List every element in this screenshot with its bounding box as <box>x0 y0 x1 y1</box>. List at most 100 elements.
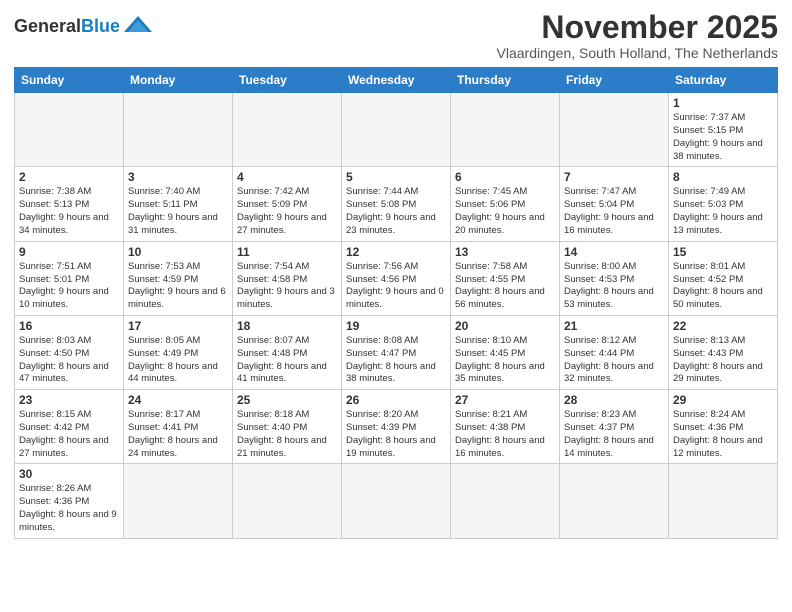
day-info: Sunrise: 8:03 AM Sunset: 4:50 PM Dayligh… <box>19 335 119 386</box>
day-number: 15 <box>673 245 773 259</box>
calendar-cell: 8Sunrise: 7:49 AM Sunset: 5:03 PM Daylig… <box>669 167 778 241</box>
calendar-cell: 20 Sunrise: 8:10 AM Sunset: 4:45 PM Dayli… <box>451 315 560 389</box>
col-wednesday: Wednesday <box>342 68 451 93</box>
day-number: 5 <box>346 170 446 184</box>
calendar-cell: 17 Sunrise: 8:05 AM Sunset: 4:49 PM Dayli… <box>124 315 233 389</box>
calendar-body: 1Sunrise: 7:37 AM Sunset: 5:15 PM Daylig… <box>15 93 778 539</box>
calendar-cell <box>560 93 669 167</box>
day-number: 12 <box>346 245 446 259</box>
day-number: 17 <box>128 319 228 333</box>
day-info: Sunrise: 8:24 AM Sunset: 4:36 PM Dayligh… <box>673 409 773 460</box>
calendar-week-3: 16 Sunrise: 8:03 AM Sunset: 4:50 PM Dayli… <box>15 315 778 389</box>
day-info: Sunrise: 7:42 AM Sunset: 5:09 PM Dayligh… <box>237 186 337 237</box>
calendar-cell <box>342 464 451 538</box>
day-info: Sunrise: 7:37 AM Sunset: 5:15 PM Dayligh… <box>673 112 773 163</box>
calendar-cell: 4 Sunrise: 7:42 AM Sunset: 5:09 PM Daylig… <box>233 167 342 241</box>
day-number: 2 <box>19 170 119 184</box>
day-info: Sunrise: 7:44 AM Sunset: 5:08 PM Dayligh… <box>346 186 446 237</box>
calendar-cell: 21Sunrise: 8:12 AM Sunset: 4:44 PM Dayli… <box>560 315 669 389</box>
title-area: November 2025 Vlaardingen, South Holland… <box>497 10 778 61</box>
calendar-cell: 25Sunrise: 8:18 AM Sunset: 4:40 PM Dayli… <box>233 390 342 464</box>
calendar-cell: 29 Sunrise: 8:24 AM Sunset: 4:36 PM Dayli… <box>669 390 778 464</box>
logo-icon <box>122 14 154 38</box>
day-number: 7 <box>564 170 664 184</box>
calendar-cell: 6 Sunrise: 7:45 AM Sunset: 5:06 PM Daylig… <box>451 167 560 241</box>
day-number: 4 <box>237 170 337 184</box>
calendar-cell <box>124 464 233 538</box>
calendar-week-4: 23Sunrise: 8:15 AM Sunset: 4:42 PM Dayli… <box>15 390 778 464</box>
calendar-cell: 30Sunrise: 8:26 AM Sunset: 4:36 PM Dayli… <box>15 464 124 538</box>
calendar-cell <box>233 464 342 538</box>
day-info: Sunrise: 8:10 AM Sunset: 4:45 PM Dayligh… <box>455 335 555 386</box>
calendar: Sunday Monday Tuesday Wednesday Thursday… <box>14 67 778 539</box>
day-number: 23 <box>19 393 119 407</box>
day-info: Sunrise: 8:00 AM Sunset: 4:53 PM Dayligh… <box>564 261 664 312</box>
day-number: 11 <box>237 245 337 259</box>
calendar-cell: 7 Sunrise: 7:47 AM Sunset: 5:04 PM Daylig… <box>560 167 669 241</box>
calendar-week-2: 9Sunrise: 7:51 AM Sunset: 5:01 PM Daylig… <box>15 241 778 315</box>
day-number: 20 <box>455 319 555 333</box>
calendar-cell: 28Sunrise: 8:23 AM Sunset: 4:37 PM Dayli… <box>560 390 669 464</box>
day-info: Sunrise: 7:40 AM Sunset: 5:11 PM Dayligh… <box>128 186 228 237</box>
calendar-cell: 18Sunrise: 8:07 AM Sunset: 4:48 PM Dayli… <box>233 315 342 389</box>
day-info: Sunrise: 7:51 AM Sunset: 5:01 PM Dayligh… <box>19 261 119 312</box>
calendar-cell <box>233 93 342 167</box>
calendar-cell <box>560 464 669 538</box>
calendar-cell: 11 Sunrise: 7:54 AM Sunset: 4:58 PM Dayli… <box>233 241 342 315</box>
calendar-cell <box>451 464 560 538</box>
calendar-cell: 12Sunrise: 7:56 AM Sunset: 4:56 PM Dayli… <box>342 241 451 315</box>
day-info: Sunrise: 7:45 AM Sunset: 5:06 PM Dayligh… <box>455 186 555 237</box>
day-number: 29 <box>673 393 773 407</box>
col-monday: Monday <box>124 68 233 93</box>
day-info: Sunrise: 8:17 AM Sunset: 4:41 PM Dayligh… <box>128 409 228 460</box>
calendar-week-0: 1Sunrise: 7:37 AM Sunset: 5:15 PM Daylig… <box>15 93 778 167</box>
day-info: Sunrise: 8:07 AM Sunset: 4:48 PM Dayligh… <box>237 335 337 386</box>
day-info: Sunrise: 8:21 AM Sunset: 4:38 PM Dayligh… <box>455 409 555 460</box>
month-title: November 2025 <box>497 10 778 45</box>
day-number: 27 <box>455 393 555 407</box>
day-number: 13 <box>455 245 555 259</box>
day-info: Sunrise: 8:05 AM Sunset: 4:49 PM Dayligh… <box>128 335 228 386</box>
day-info: Sunrise: 8:18 AM Sunset: 4:40 PM Dayligh… <box>237 409 337 460</box>
calendar-week-5: 30Sunrise: 8:26 AM Sunset: 4:36 PM Dayli… <box>15 464 778 538</box>
calendar-cell <box>124 93 233 167</box>
day-number: 3 <box>128 170 228 184</box>
calendar-cell: 19Sunrise: 8:08 AM Sunset: 4:47 PM Dayli… <box>342 315 451 389</box>
calendar-cell: 1Sunrise: 7:37 AM Sunset: 5:15 PM Daylig… <box>669 93 778 167</box>
day-number: 22 <box>673 319 773 333</box>
calendar-cell: 10Sunrise: 7:53 AM Sunset: 4:59 PM Dayli… <box>124 241 233 315</box>
logo-general-text: General <box>14 16 81 37</box>
calendar-cell: 22Sunrise: 8:13 AM Sunset: 4:43 PM Dayli… <box>669 315 778 389</box>
day-number: 24 <box>128 393 228 407</box>
calendar-cell: 2Sunrise: 7:38 AM Sunset: 5:13 PM Daylig… <box>15 167 124 241</box>
calendar-cell: 23Sunrise: 8:15 AM Sunset: 4:42 PM Dayli… <box>15 390 124 464</box>
calendar-header: Sunday Monday Tuesday Wednesday Thursday… <box>15 68 778 93</box>
day-number: 28 <box>564 393 664 407</box>
header-row: Sunday Monday Tuesday Wednesday Thursday… <box>15 68 778 93</box>
day-number: 16 <box>19 319 119 333</box>
calendar-cell: 26Sunrise: 8:20 AM Sunset: 4:39 PM Dayli… <box>342 390 451 464</box>
calendar-cell: 24 Sunrise: 8:17 AM Sunset: 4:41 PM Dayli… <box>124 390 233 464</box>
day-info: Sunrise: 7:54 AM Sunset: 4:58 PM Dayligh… <box>237 261 337 312</box>
calendar-cell: 16 Sunrise: 8:03 AM Sunset: 4:50 PM Dayli… <box>15 315 124 389</box>
calendar-cell <box>15 93 124 167</box>
day-info: Sunrise: 7:47 AM Sunset: 5:04 PM Dayligh… <box>564 186 664 237</box>
calendar-cell: 14Sunrise: 8:00 AM Sunset: 4:53 PM Dayli… <box>560 241 669 315</box>
col-thursday: Thursday <box>451 68 560 93</box>
day-info: Sunrise: 8:08 AM Sunset: 4:47 PM Dayligh… <box>346 335 446 386</box>
subtitle: Vlaardingen, South Holland, The Netherla… <box>497 45 778 61</box>
page: General Blue November 2025 Vlaardingen, … <box>0 0 792 612</box>
col-tuesday: Tuesday <box>233 68 342 93</box>
calendar-cell: 5 Sunrise: 7:44 AM Sunset: 5:08 PM Daylig… <box>342 167 451 241</box>
col-sunday: Sunday <box>15 68 124 93</box>
calendar-cell: 13Sunrise: 7:58 AM Sunset: 4:55 PM Dayli… <box>451 241 560 315</box>
day-info: Sunrise: 7:53 AM Sunset: 4:59 PM Dayligh… <box>128 261 228 312</box>
calendar-cell: 27 Sunrise: 8:21 AM Sunset: 4:38 PM Dayli… <box>451 390 560 464</box>
header: General Blue November 2025 Vlaardingen, … <box>14 10 778 61</box>
col-friday: Friday <box>560 68 669 93</box>
calendar-cell: 3 Sunrise: 7:40 AM Sunset: 5:11 PM Daylig… <box>124 167 233 241</box>
col-saturday: Saturday <box>669 68 778 93</box>
day-number: 6 <box>455 170 555 184</box>
day-number: 26 <box>346 393 446 407</box>
calendar-cell: 15Sunrise: 8:01 AM Sunset: 4:52 PM Dayli… <box>669 241 778 315</box>
